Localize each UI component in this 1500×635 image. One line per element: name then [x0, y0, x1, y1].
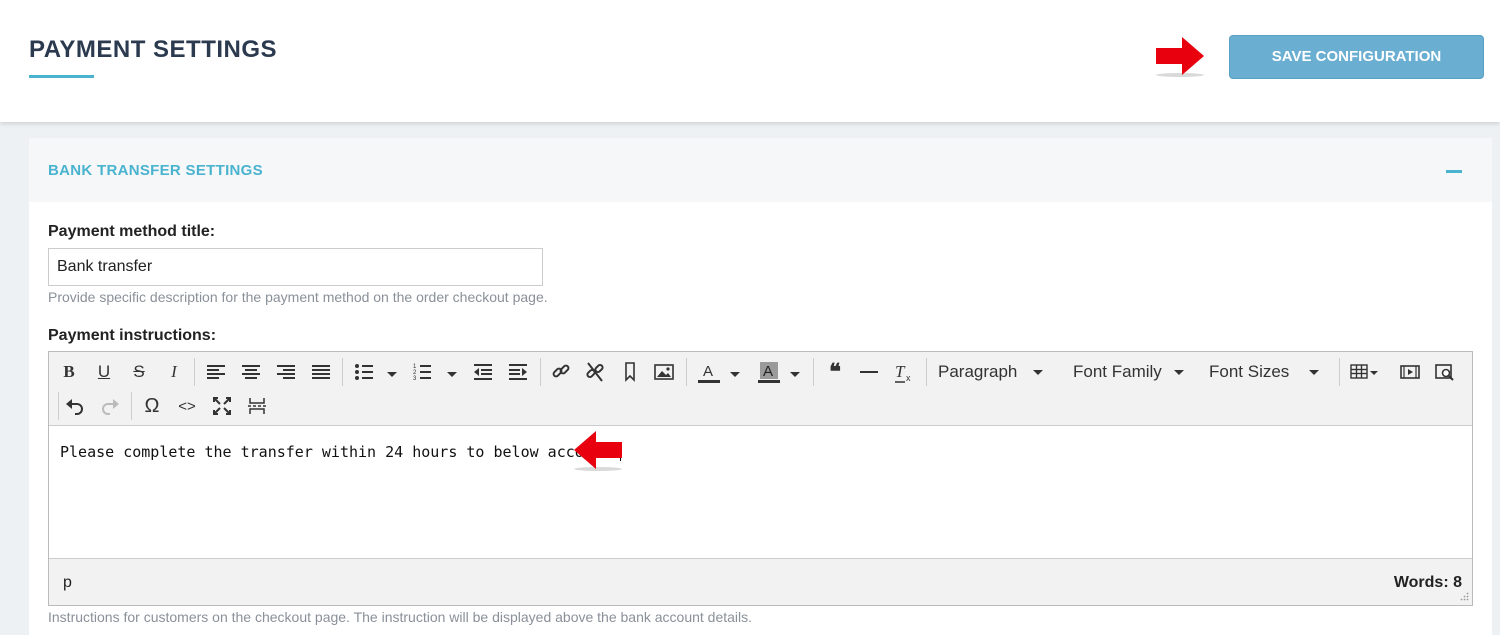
chevron-down-icon	[1173, 370, 1184, 376]
element-path[interactable]: p	[63, 574, 72, 592]
title-underline	[29, 75, 94, 78]
payment-method-title-label: Payment method title:	[48, 223, 216, 240]
top-header: PAYMENT SETTINGS SAVE CONFIGURATION	[0, 0, 1500, 122]
format-select[interactable]: Paragraph	[938, 358, 1052, 386]
svg-text:x: x	[906, 373, 911, 383]
svg-text:A: A	[763, 363, 773, 380]
toolbar-separator	[926, 358, 927, 386]
toolbar-separator	[131, 392, 132, 420]
editor-text: Please complete the transfer within 24 h…	[60, 443, 620, 461]
bullet-list-icon[interactable]	[353, 358, 403, 386]
background-color-icon[interactable]: A	[756, 358, 804, 386]
toolbar-separator	[1339, 358, 1340, 386]
editor-statusbar: p Words: 8	[49, 558, 1472, 605]
chevron-down-icon	[1309, 370, 1320, 376]
page-title: PAYMENT SETTINGS	[29, 36, 278, 63]
rich-text-editor: B U S I 123 A A ❝ Tx Paragraph Font Fami…	[48, 351, 1473, 606]
red-arrow-left-icon	[574, 431, 622, 471]
card-header[interactable]: BANK TRANSFER SETTINGS	[29, 138, 1492, 202]
collapse-minus-icon[interactable]	[1446, 170, 1462, 173]
font-family-select-label: Font Family	[1073, 362, 1162, 381]
font-size-select-label: Font Sizes	[1209, 362, 1290, 381]
editor-content-area[interactable]: Please complete the transfer within 24 h…	[49, 427, 1472, 558]
svg-text:A: A	[703, 363, 713, 380]
toolbar-separator	[342, 358, 343, 386]
svg-text:T: T	[895, 362, 906, 381]
underline-icon[interactable]: U	[92, 358, 116, 386]
align-right-icon[interactable]	[275, 358, 297, 386]
fullscreen-icon[interactable]	[211, 392, 233, 420]
image-icon[interactable]	[653, 358, 675, 386]
align-center-icon[interactable]	[240, 358, 262, 386]
section-title: BANK TRANSFER SETTINGS	[48, 162, 263, 179]
numbered-list-icon[interactable]: 123	[413, 358, 463, 386]
toolbar-separator	[813, 358, 814, 386]
red-arrow-right-icon	[1156, 37, 1204, 77]
media-icon[interactable]	[1399, 358, 1421, 386]
svg-text:3: 3	[413, 376, 417, 382]
preview-icon[interactable]	[1434, 358, 1456, 386]
resize-handle-icon[interactable]	[1459, 592, 1469, 602]
payment-method-title-help: Provide specific description for the pay…	[48, 289, 548, 305]
payment-instructions-label: Payment instructions:	[48, 327, 217, 344]
unlink-icon[interactable]	[584, 358, 606, 386]
toolbar-separator	[540, 358, 541, 386]
outdent-icon[interactable]	[472, 358, 494, 386]
blockquote-icon[interactable]: ❝	[822, 358, 848, 386]
payment-method-title-input[interactable]: Bank transfer	[48, 248, 543, 286]
strikethrough-icon[interactable]: S	[127, 358, 151, 386]
clear-formatting-icon[interactable]: Tx	[893, 358, 917, 386]
horizontal-rule-icon[interactable]	[858, 358, 880, 386]
word-count: Words: 8	[1393, 574, 1462, 591]
italic-icon[interactable]: I	[162, 358, 186, 386]
bookmark-icon[interactable]	[619, 358, 641, 386]
table-icon[interactable]	[1349, 358, 1385, 386]
chevron-down-icon	[1033, 370, 1044, 376]
indent-icon[interactable]	[507, 358, 529, 386]
link-icon[interactable]	[550, 358, 572, 386]
payment-instructions-help: Instructions for customers on the checko…	[48, 609, 753, 625]
toolbar-separator	[686, 358, 687, 386]
page-break-icon[interactable]	[246, 392, 268, 420]
align-justify-icon[interactable]	[310, 358, 332, 386]
format-select-label: Paragraph	[938, 362, 1018, 381]
bold-icon[interactable]: B	[57, 358, 81, 386]
special-character-icon[interactable]: Ω	[140, 392, 164, 420]
font-size-select[interactable]: Font Sizes	[1209, 358, 1329, 386]
source-code-icon[interactable]: <>	[175, 392, 199, 420]
font-family-select[interactable]: Font Family	[1073, 358, 1187, 386]
save-configuration-button[interactable]: SAVE CONFIGURATION	[1229, 35, 1484, 79]
text-color-icon[interactable]: A	[696, 358, 744, 386]
align-left-icon[interactable]	[205, 358, 227, 386]
undo-icon[interactable]	[64, 392, 86, 420]
toolbar-separator	[194, 358, 195, 386]
redo-icon[interactable]	[99, 392, 121, 420]
toolbar-separator	[58, 392, 59, 420]
editor-toolbar: B U S I 123 A A ❝ Tx Paragraph Font Fami…	[49, 352, 1472, 426]
